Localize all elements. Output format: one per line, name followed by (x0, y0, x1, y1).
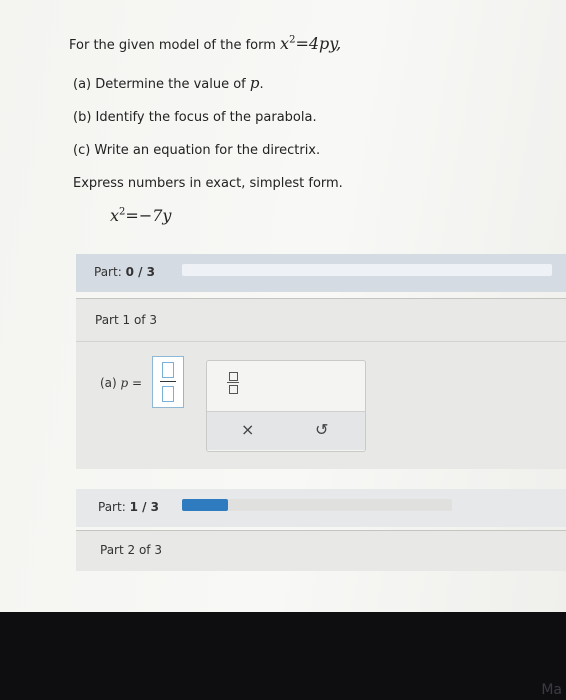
question-page: For the given model of the form x2=4py, … (0, 0, 566, 612)
given-equation: x2=−7y (110, 206, 171, 225)
model-base: x (280, 34, 290, 53)
intro-text: For the given model of the form (69, 38, 276, 53)
fraction-icon[interactable] (227, 371, 239, 395)
part-2-header[interactable]: Part 2 of 3 (76, 531, 566, 573)
item-a: (a) Determine the value of p. (73, 74, 264, 92)
item-b-text: (b) Identify the focus of the parabola. (73, 110, 317, 125)
model-rhs: =4py, (295, 34, 342, 53)
progress-bar-1 (182, 264, 552, 276)
item-a-var: p (249, 74, 260, 92)
part-label-2: Part: (98, 500, 126, 514)
model-formula: x2=4py, (280, 34, 341, 53)
monitor-bezel: Ma (0, 612, 566, 700)
part-value-2: 1 / 3 (129, 500, 159, 514)
answer-label: (a) p = (100, 376, 142, 390)
item-b: (b) Identify the focus of the parabola. (73, 110, 317, 125)
undo-icon[interactable]: ↺ (315, 420, 328, 439)
answer-equals: = (128, 376, 143, 390)
fraction-answer-input[interactable] (152, 356, 184, 408)
item-c-text: (c) Write an equation for the directrix. (73, 143, 321, 158)
part-status-bar-1: Part: 0 / 3 (76, 254, 566, 292)
progress-fill-2 (182, 499, 228, 511)
eq-rhs: =−7y (125, 206, 172, 225)
item-a-text: (a) Determine the value of (73, 77, 250, 92)
part-1-title: Part 1 of 3 (95, 313, 157, 327)
part-status-label-1: Part: 0 / 3 (94, 265, 155, 279)
part-status-bar-2: Part: 1 / 3 (76, 489, 566, 527)
clear-icon[interactable]: × (241, 420, 254, 439)
question-intro: For the given model of the form x2=4py, (69, 34, 341, 53)
math-toolbar: × ↺ (206, 360, 366, 452)
numerator-input[interactable] (162, 362, 174, 378)
part-2-title: Part 2 of 3 (100, 543, 162, 557)
item-c: (c) Write an equation for the directrix. (73, 143, 320, 158)
item-a-suffix: . (259, 77, 264, 92)
corner-mark: Ma (541, 682, 562, 698)
part-status-label-2: Part: 1 / 3 (98, 500, 159, 514)
part-value-1: 0 / 3 (125, 265, 155, 279)
answer-prefix: (a) (100, 376, 121, 390)
toolbar-actions: × ↺ (207, 411, 365, 450)
denominator-input[interactable] (162, 386, 174, 402)
part-1-header[interactable]: Part 1 of 3 (76, 299, 566, 342)
part-label-1: Part: (94, 265, 122, 279)
eq-base: x (110, 206, 120, 225)
progress-bar-2 (182, 499, 452, 511)
instruction: Express numbers in exact, simplest form. (73, 176, 343, 191)
part-2-panel: Part 2 of 3 (76, 530, 566, 571)
fraction-bar (160, 381, 176, 382)
